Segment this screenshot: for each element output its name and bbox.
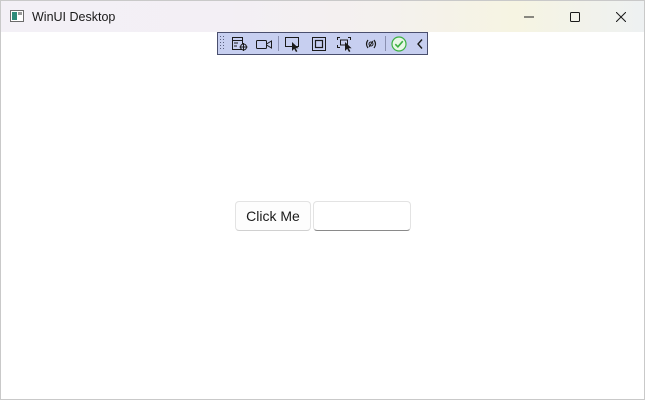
collapse-toolbar-button[interactable]: [410, 35, 430, 52]
close-icon: [616, 11, 626, 22]
xaml-debug-toolbar: [217, 32, 428, 55]
app-window-icon: [10, 10, 24, 22]
title-bar[interactable]: WinUI Desktop: [1, 1, 644, 32]
track-focused-element-icon: [337, 36, 352, 52]
layout-adorners-button[interactable]: [309, 35, 329, 52]
click-me-button[interactable]: Click Me: [235, 201, 311, 231]
close-button[interactable]: [598, 1, 644, 32]
live-visual-tree-button[interactable]: [230, 35, 250, 52]
minimize-icon: [524, 16, 534, 17]
accessibility-check-icon: [391, 35, 407, 52]
accessibility-check-button[interactable]: [389, 35, 409, 52]
select-element-button[interactable]: [283, 35, 303, 52]
toolbar-separator: [385, 36, 386, 51]
toolbar-separator: [278, 36, 279, 51]
binding-failures-button[interactable]: [361, 35, 381, 52]
toolbar-grip-icon[interactable]: [220, 36, 225, 51]
text-input-field[interactable]: [313, 201, 411, 231]
collapse-toolbar-icon: [417, 38, 423, 49]
display-layout-adorners-icon: [312, 36, 326, 51]
maximize-icon: [570, 11, 580, 22]
minimize-button[interactable]: [506, 1, 552, 32]
maximize-button[interactable]: [552, 1, 598, 32]
track-focused-element-button[interactable]: [335, 35, 355, 52]
record-video-icon: [256, 39, 272, 49]
window-title: WinUI Desktop: [32, 10, 116, 24]
record-video-button[interactable]: [254, 35, 274, 52]
app-window: WinUI Desktop Click Me: [0, 0, 645, 400]
live-visual-tree-icon: [232, 36, 248, 51]
select-element-icon: [285, 36, 299, 52]
binding-failures-icon: [365, 39, 377, 48]
